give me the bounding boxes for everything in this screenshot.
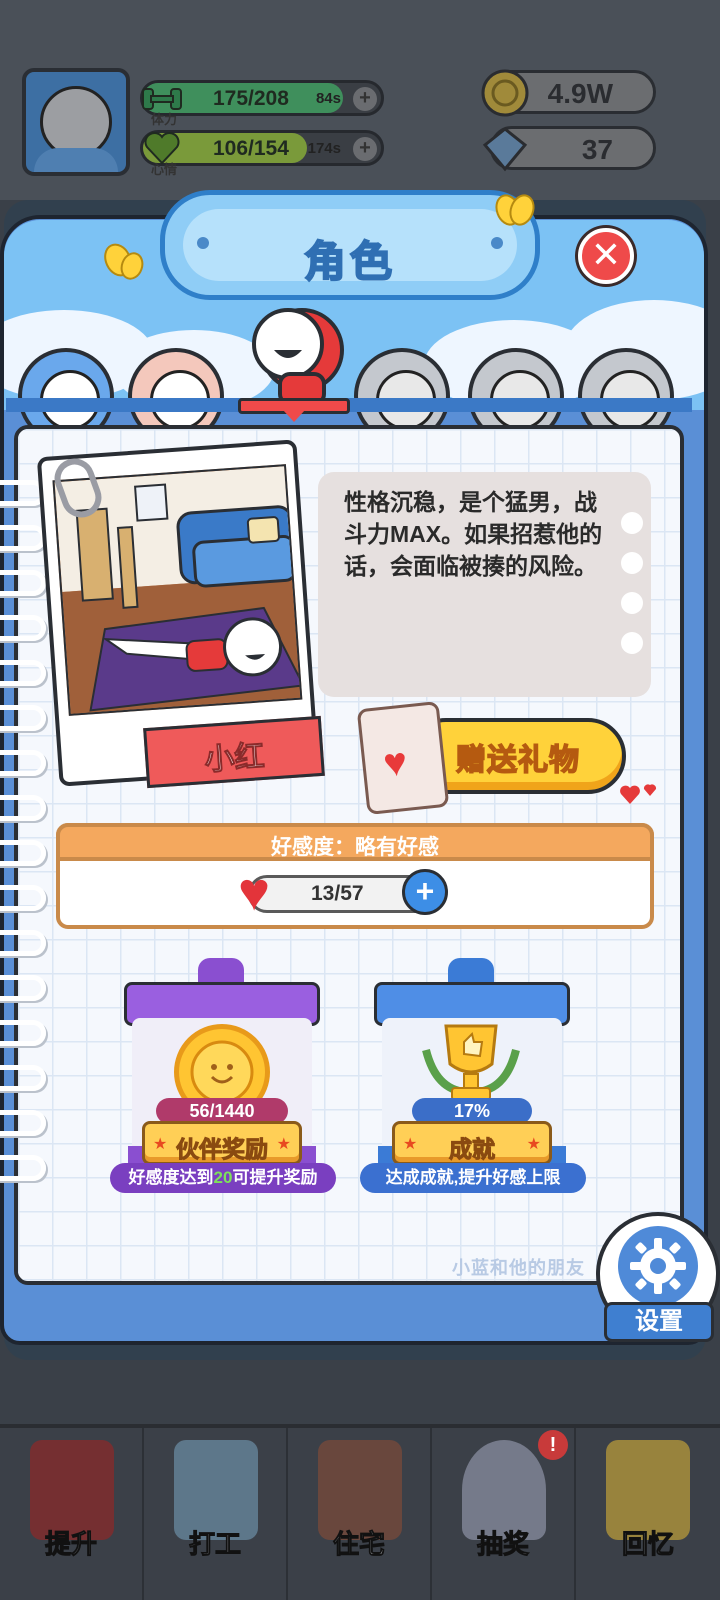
avatar-body	[34, 148, 118, 172]
nav-item-upgrade[interactable]: 提升	[0, 1428, 144, 1600]
mood-timer: 174s	[307, 140, 341, 157]
settings-button[interactable]: 设置	[596, 1212, 720, 1342]
nav-item-home[interactable]: 住宅	[288, 1428, 432, 1600]
mood-label: 心情	[151, 162, 178, 177]
selected-tab-arrow	[283, 410, 305, 422]
partner-caption-number: 20	[213, 1168, 233, 1187]
plus-icon: +	[415, 873, 435, 909]
watermark-text: 小蓝和他的朋友	[452, 1258, 585, 1278]
affection-title: 好感度：略有好感	[271, 836, 439, 859]
diamond-icon	[482, 127, 528, 172]
character-description: 性格沉稳，是个猛男，战斗力MAX。如果招惹他的话，会面临被揍的风险。	[344, 489, 603, 579]
gift-bag-icon[interactable]: ♥	[356, 701, 450, 815]
nav-item-memories[interactable]: 回忆	[576, 1428, 720, 1600]
stamina-bar[interactable]: 175/208 84s + 体力	[140, 80, 384, 127]
trophy-icon	[422, 1024, 520, 1101]
butterfly-icon	[495, 194, 535, 226]
gem-value: 37	[581, 134, 613, 165]
bottom-navigation: 提升 打工 住宅 抽奖 回忆	[0, 1424, 720, 1600]
partner-caption-pre: 好感度达到	[128, 1168, 214, 1187]
nav-label-home: 住宅	[332, 1529, 385, 1560]
character-description-box: 性格沉稳，是个猛男，战斗力MAX。如果招惹他的话，会面临被揍的风险。	[318, 472, 651, 697]
gift-heart-icon: ♥	[381, 739, 410, 786]
affection-panel: 好感度：略有好感 13/57 ♥ +	[56, 823, 654, 929]
nav-item-work[interactable]: 打工	[144, 1428, 288, 1600]
gem-counter[interactable]: 37	[482, 126, 656, 172]
nav-label-memories: 回忆	[621, 1529, 674, 1560]
panel-title-plate: 角色	[160, 190, 540, 300]
achievement-button[interactable]: ★ 成就 ★	[392, 1121, 552, 1165]
partner-reward-button[interactable]: ★ 伙伴奖励 ★	[142, 1121, 302, 1165]
stamina-value: 175/208	[213, 87, 289, 110]
settings-label: 设置	[604, 1302, 714, 1342]
stamina-timer: 84s	[315, 90, 341, 107]
send-gift-label: 赠送礼物	[455, 743, 580, 778]
gear-icon	[618, 1226, 698, 1306]
affection-plus-button[interactable]: +	[402, 869, 448, 915]
affection-value: 13/57	[311, 882, 364, 905]
butterfly-icon	[104, 243, 144, 280]
top-hud: 175/208 84s + 体力 106/154 174s + 心情 4.9W …	[0, 0, 720, 200]
coin-counter[interactable]: 4.9W	[481, 69, 656, 117]
character-tab-xiaohong-selected[interactable]	[240, 300, 350, 410]
character-name-ribbon: 小红	[143, 715, 325, 789]
achievement-caption: 达成成就,提升好感上限	[360, 1163, 586, 1193]
nav-label-lottery: 抽奖	[476, 1529, 529, 1560]
partner-caption-post: 可提升奖励	[232, 1168, 318, 1187]
coin-value: 4.9W	[547, 78, 613, 109]
coin-icon	[481, 69, 529, 117]
partner-caption: 好感度达到20可提升奖励	[110, 1163, 336, 1193]
mood-value: 106/154	[213, 137, 289, 160]
affection-heart-icon: ♥	[238, 862, 271, 922]
mood-bar[interactable]: 106/154 174s + 心情	[140, 130, 384, 177]
close-icon: ✕	[590, 234, 622, 275]
stamina-plus-button[interactable]: +	[353, 87, 377, 111]
player-avatar[interactable]	[22, 68, 130, 176]
close-button[interactable]: ✕	[578, 228, 634, 284]
floating-hearts-icon	[620, 784, 657, 804]
lottery-notification-badge: !	[538, 1430, 568, 1460]
nav-label-upgrade: 提升	[44, 1529, 97, 1560]
panel-title: 角色	[303, 237, 396, 286]
character-name: 小红	[203, 739, 266, 778]
mood-plus-button[interactable]: +	[353, 137, 377, 161]
nav-label-work: 打工	[188, 1529, 241, 1560]
